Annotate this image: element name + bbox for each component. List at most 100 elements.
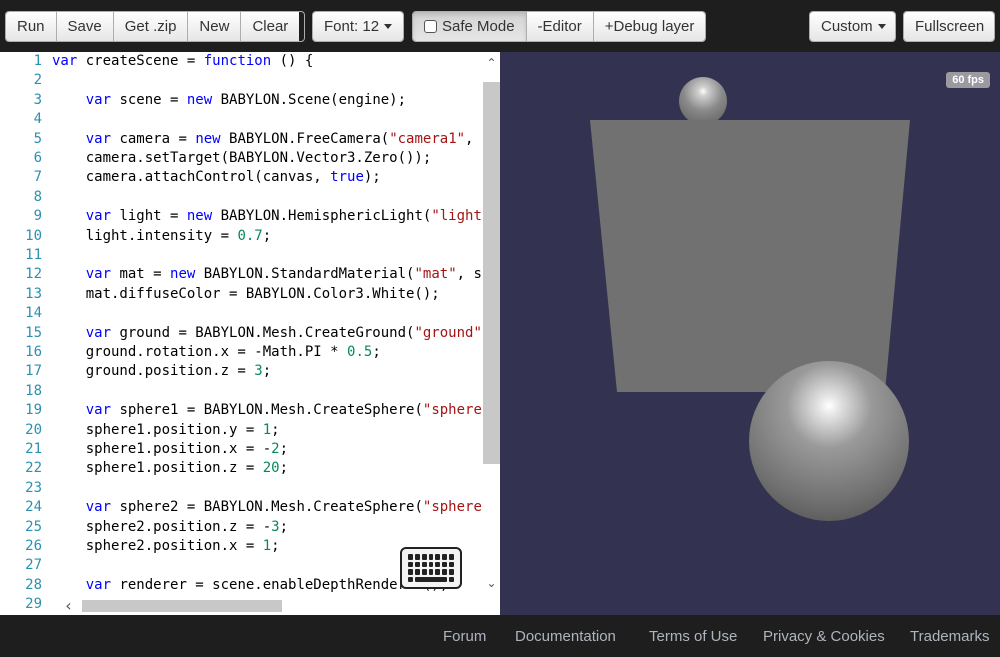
code-token: ;: [271, 421, 280, 438]
line-number: 2: [33, 72, 42, 89]
line-number: 3: [33, 91, 42, 108]
code-token: var: [85, 91, 112, 108]
code-area[interactable]: var createScene = function () { var scen…: [52, 52, 500, 615]
code-editor[interactable]: 1 2 3 4 5 6 7 8 9 10 11 12 13 14 15 16 17 18 19 20 21 22 23 24 2…: [0, 52, 500, 615]
editor-toggle-button[interactable]: -Editor: [526, 12, 594, 41]
line-number: 23: [25, 479, 42, 496]
line-number: 6: [33, 150, 42, 166]
code-token: 1: [262, 421, 272, 438]
code-token: var: [85, 130, 112, 147]
run-button[interactable]: Run: [6, 12, 57, 41]
custom-button-group: Custom: [809, 11, 896, 42]
code-line: var renderer = scene.enableDepthRenderer…: [52, 576, 448, 595]
font-size-dropdown[interactable]: Font: 12: [313, 12, 403, 41]
code-token: 0.7: [237, 227, 263, 244]
code-token: new: [186, 208, 213, 225]
clear-button[interactable]: Clear: [241, 12, 300, 41]
code-token: mat.diffuseColor = BABYLON.Color3.White(…: [52, 285, 440, 302]
line-number: 13: [25, 285, 42, 302]
line-number-gutter: 1 2 3 4 5 6 7 8 9 10 11 12 13 14 15 16 17 18 19 20 21 22 23 24 2…: [0, 52, 46, 615]
toolbar: Run Save Get .zip New Clear Font: 12 Saf…: [0, 0, 1000, 52]
code-line: var camera = new BABYLON.FreeCamera("cam…: [52, 130, 500, 149]
chevron-down-icon[interactable]: ⌄: [483, 575, 500, 592]
line-number: 11: [25, 247, 42, 263]
code-token: var: [85, 402, 112, 419]
code-token: sphere1.position.x = -: [52, 441, 272, 457]
keyboard-keys: [408, 554, 454, 582]
save-button[interactable]: Save: [56, 12, 114, 41]
code-line: light.intensity = 0.7;: [52, 227, 271, 246]
footer-link-forum[interactable]: Forum: [443, 628, 486, 645]
code-line: ground.position.z = 3;: [52, 362, 271, 381]
new-button[interactable]: New: [188, 12, 242, 41]
code-line: var createScene = function () {: [52, 52, 313, 71]
line-number: 15: [25, 324, 42, 341]
code-token: "camera1": [389, 130, 466, 147]
fullscreen-button[interactable]: Fullscreen: [904, 12, 994, 41]
code-token: sphere1 = BABYLON.Mesh.CreateSphere(: [111, 402, 423, 419]
code-token: BABYLON.Scene(engine);: [212, 91, 407, 108]
render-canvas[interactable]: 60 fps: [500, 52, 1000, 615]
code-token: function: [203, 53, 272, 69]
code-token: true: [330, 169, 364, 186]
safe-mode-label: Safe Mode: [442, 18, 515, 35]
footer-link-privacy[interactable]: Privacy & Cookies: [763, 628, 885, 645]
caret-down-icon: [384, 24, 393, 29]
line-number: 22: [25, 460, 42, 477]
line-number: 27: [25, 557, 42, 574]
line-number: 25: [25, 518, 42, 535]
code-token: var: [85, 324, 112, 341]
caret-down-icon: [877, 24, 886, 29]
code-token: renderer = scene.enableDepthRenderer();: [111, 576, 449, 593]
code-token: sphere1.position.y =: [52, 421, 263, 438]
code-line: var light = new BABYLON.HemisphericLight…: [52, 207, 499, 226]
large-sphere: [749, 361, 909, 521]
line-number: 26: [25, 538, 42, 554]
horizontal-scrollbar[interactable]: ‹: [52, 597, 483, 615]
code-token: () {: [271, 53, 314, 69]
safe-mode-toggle[interactable]: Safe Mode: [413, 12, 527, 41]
code-line: var sphere1 = BABYLON.Mesh.CreateSphere(…: [52, 401, 499, 420]
custom-dropdown[interactable]: Custom: [810, 12, 895, 41]
keyboard-icon[interactable]: [400, 547, 462, 589]
get-zip-button[interactable]: Get .zip: [113, 12, 189, 41]
debug-layer-button[interactable]: +Debug layer: [593, 12, 705, 41]
line-number: 5: [33, 130, 42, 147]
code-token: 20: [262, 460, 280, 477]
horizontal-scrollbar-thumb[interactable]: [82, 600, 282, 612]
line-number: 21: [25, 441, 42, 457]
footer-link-trademarks[interactable]: Trademarks: [910, 628, 989, 645]
footer: Forum Documentation Terms of Use Privacy…: [0, 615, 1000, 657]
code-token: sphere2.position.x =: [52, 538, 263, 554]
code-token: new: [170, 266, 196, 283]
code-token: "ground": [414, 324, 482, 341]
line-number: 10: [25, 227, 42, 244]
code-token: BABYLON.StandardMaterial(: [195, 266, 415, 283]
line-number: 28: [25, 576, 42, 593]
code-line: camera.setTarget(BABYLON.Vector3.Zero())…: [52, 149, 432, 168]
code-line: var scene = new BABYLON.Scene(engine);: [52, 91, 406, 110]
checkbox-icon: [424, 20, 437, 33]
line-number: 19: [25, 402, 42, 419]
code-line: var sphere2 = BABYLON.Mesh.CreateSphere(…: [52, 498, 499, 517]
code-line: ground.rotation.x = -Math.PI * 0.5;: [52, 343, 381, 362]
line-number: 8: [33, 188, 42, 205]
code-token: mat =: [111, 266, 171, 283]
code-token: sphere2.position.z = -: [52, 518, 272, 535]
code-line: mat.diffuseColor = BABYLON.Color3.White(…: [52, 285, 440, 304]
chevron-up-icon[interactable]: ⌃: [483, 55, 500, 72]
code-token: 3: [271, 518, 280, 535]
code-line: sphere2.position.z = -3;: [52, 518, 288, 537]
vertical-scrollbar[interactable]: ⌃ ⌄: [483, 52, 500, 615]
code-token: light =: [111, 208, 187, 225]
footer-link-documentation[interactable]: Documentation: [515, 628, 616, 645]
chevron-left-icon[interactable]: ‹: [60, 597, 77, 614]
code-line: sphere1.position.y = 1;: [52, 421, 280, 440]
code-token: sphere2 = BABYLON.Mesh.CreateSphere(: [111, 499, 423, 516]
footer-link-terms[interactable]: Terms of Use: [649, 628, 737, 645]
code-line: sphere1.position.x = -2;: [52, 440, 288, 459]
code-line: var ground = BABYLON.Mesh.CreateGround("…: [52, 324, 499, 343]
vertical-scrollbar-thumb[interactable]: [483, 82, 500, 464]
